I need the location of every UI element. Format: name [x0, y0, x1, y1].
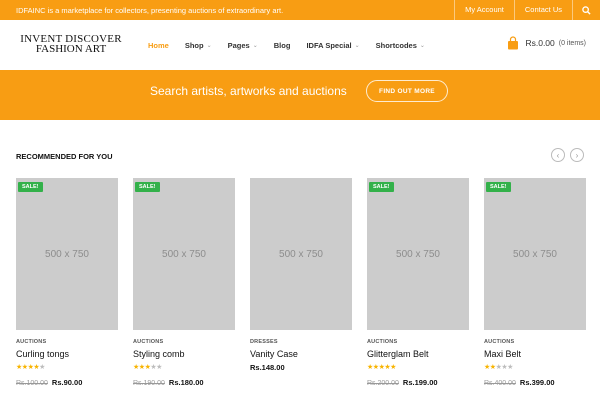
- product-image[interactable]: 500 x 750 SALE!: [133, 178, 235, 330]
- nav-item-shortcodes[interactable]: Shortcodes ⌄: [376, 41, 425, 50]
- current-price: Rs.399.00: [519, 378, 555, 387]
- chevron-down-icon: ⌄: [252, 43, 258, 49]
- sale-badge: SALE!: [135, 182, 160, 192]
- image-placeholder-label: 500 x 750: [513, 248, 557, 260]
- image-placeholder-label: 500 x 750: [162, 248, 206, 260]
- product-price: Rs.400.00 Rs.399.00: [484, 378, 555, 387]
- top-bar-links: My Account Contact Us: [454, 0, 600, 20]
- shopping-bag-icon: [508, 36, 519, 50]
- product-image[interactable]: 500 x 750 SALE!: [16, 178, 118, 330]
- my-account-link[interactable]: My Account: [454, 0, 514, 20]
- search-banner: Search artists, artworks and auctions FI…: [0, 70, 600, 120]
- top-bar-message: IDFAINC is a marketplace for collectors,…: [16, 6, 284, 15]
- nav-item-home[interactable]: Home: [148, 41, 169, 50]
- current-price: Rs.148.00: [250, 363, 285, 372]
- star-icon: ★: [156, 364, 162, 371]
- cart-widget[interactable]: Rs.0.00 (0 items): [507, 36, 586, 50]
- nav-item-blog[interactable]: Blog: [274, 41, 291, 50]
- original-price: Rs.400.00: [484, 380, 516, 387]
- star-icon: ★: [507, 364, 513, 371]
- sale-badge: SALE!: [18, 182, 43, 192]
- chevron-down-icon: ⌄: [354, 43, 360, 49]
- product-name[interactable]: Glitterglam Belt: [367, 349, 429, 359]
- product-category[interactable]: AUCTIONS: [133, 339, 163, 345]
- chevron-right-icon: ›: [575, 150, 579, 160]
- original-price: Rs.100.00: [16, 380, 48, 387]
- current-price: Rs.199.00: [402, 378, 438, 387]
- search-icon: [582, 5, 591, 15]
- logo-line-2: FASHION ART: [35, 43, 107, 55]
- site-header: INVENT DISCOVER FASHION ART Home Shop ⌄ P…: [0, 20, 600, 70]
- product-price: Rs.190.00 Rs.180.00: [133, 378, 204, 387]
- product-category[interactable]: AUCTIONS: [484, 339, 514, 345]
- chevron-down-icon: ⌄: [419, 43, 425, 49]
- original-price: Rs.190.00: [133, 380, 165, 387]
- product-name[interactable]: Styling comb: [133, 349, 185, 359]
- product-category[interactable]: AUCTIONS: [16, 339, 46, 345]
- sale-badge: SALE!: [369, 182, 394, 192]
- carousel-arrows: ‹ ›: [546, 148, 584, 162]
- image-placeholder-label: 500 x 750: [45, 248, 89, 260]
- cart-item-count: (0 items): [558, 39, 586, 47]
- sale-badge: SALE!: [486, 182, 511, 192]
- image-placeholder-label: 500 x 750: [396, 248, 440, 260]
- product-name[interactable]: Maxi Belt: [484, 349, 521, 359]
- site-logo[interactable]: INVENT DISCOVER FASHION ART: [16, 34, 126, 55]
- top-bar: IDFAINC is a marketplace for collectors,…: [0, 0, 600, 20]
- main-nav: Home Shop ⌄ Pages ⌄ Blog IDFA Special ⌄ Sho…: [148, 41, 441, 50]
- image-placeholder-label: 500 x 750: [279, 248, 323, 260]
- chevron-left-icon: ‹: [556, 150, 560, 160]
- nav-item-shop[interactable]: Shop ⌄: [185, 41, 212, 50]
- banner-text: Search artists, artworks and auctions: [150, 84, 347, 98]
- star-rating: ★★★★★: [484, 363, 513, 371]
- product-price: Rs.200.00 Rs.199.00: [367, 378, 438, 387]
- find-out-more-button[interactable]: FIND OUT MORE: [366, 80, 448, 102]
- product-price: Rs.148.00: [250, 363, 285, 372]
- search-button[interactable]: [572, 0, 600, 20]
- star-icon: ★: [390, 364, 396, 371]
- current-price: Rs.180.00: [168, 378, 204, 387]
- product-name[interactable]: Vanity Case: [250, 349, 298, 359]
- cart-total: Rs.0.00: [525, 38, 555, 48]
- nav-item-idfa-special[interactable]: IDFA Special ⌄: [306, 41, 359, 50]
- current-price: Rs.90.00: [51, 378, 83, 387]
- product-image[interactable]: 500 x 750 SALE!: [367, 178, 469, 330]
- original-price: Rs.200.00: [367, 380, 399, 387]
- nav-item-pages[interactable]: Pages ⌄: [228, 41, 258, 50]
- product-price: Rs.100.00 Rs.90.00: [16, 378, 82, 387]
- section-title: RECOMMENDED FOR YOU: [16, 152, 113, 161]
- star-rating: ★★★★★: [16, 363, 45, 371]
- carousel-prev-button[interactable]: ‹: [551, 148, 565, 162]
- star-rating: ★★★★★: [133, 363, 162, 371]
- carousel-next-button[interactable]: ›: [570, 148, 584, 162]
- product-image[interactable]: 500 x 750 SALE!: [484, 178, 586, 330]
- product-image[interactable]: 500 x 750: [250, 178, 352, 330]
- star-icon: ★: [39, 364, 45, 371]
- star-rating: ★★★★★: [367, 363, 396, 371]
- product-category[interactable]: DRESSES: [250, 339, 278, 345]
- chevron-down-icon: ⌄: [206, 43, 212, 49]
- contact-us-link[interactable]: Contact Us: [513, 0, 572, 20]
- product-name[interactable]: Curling tongs: [16, 349, 69, 359]
- product-category[interactable]: AUCTIONS: [367, 339, 397, 345]
